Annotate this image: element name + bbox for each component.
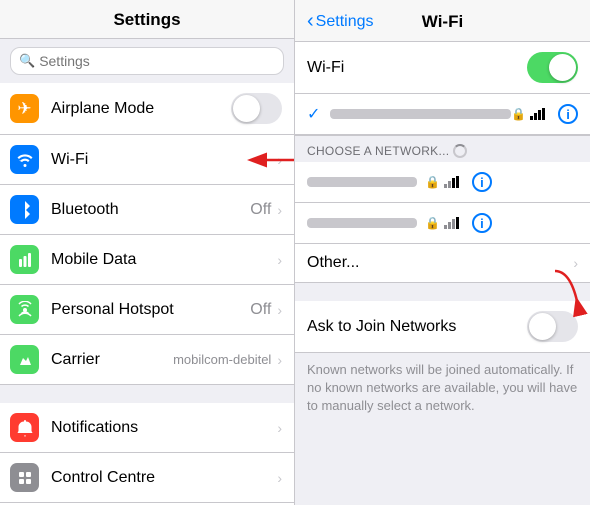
back-chevron-icon: ‹ [307, 10, 314, 33]
left-header: Settings [0, 0, 294, 39]
network-row-1[interactable]: 🔒 i [295, 162, 590, 203]
wifi-chevron: › [277, 152, 282, 168]
ask-join-description: Known networks will be joined automatica… [295, 353, 590, 428]
wifi-toggle-row: Wi-Fi [295, 42, 590, 94]
network-2-signal-icon [444, 217, 460, 229]
wifi-toggle-label: Wi-Fi [307, 59, 527, 77]
control-centre-chevron: › [277, 470, 282, 486]
hotspot-icon [10, 295, 39, 324]
hotspot-chevron: › [277, 302, 282, 318]
wifi-row[interactable]: Wi-Fi › [0, 135, 294, 185]
back-button[interactable]: ‹ Settings [307, 10, 373, 33]
search-icon: 🔍 [19, 53, 35, 69]
settings-group-2: Notifications › Control Centre › [0, 403, 294, 505]
notifications-icon [10, 413, 39, 442]
hotspot-row[interactable]: Personal Hotspot Off › [0, 285, 294, 335]
carrier-row[interactable]: Carrier mobilcom-debitel › [0, 335, 294, 385]
mobile-data-chevron: › [277, 252, 282, 268]
bluetooth-chevron: › [277, 202, 282, 218]
airplane-toggle[interactable] [231, 93, 282, 124]
right-panel: ‹ Settings Wi-Fi Wi-Fi ✓ 🔒 [295, 0, 590, 505]
airplane-icon: ✈ [10, 94, 39, 123]
section-gap-1 [0, 385, 294, 403]
section-gap-right [295, 283, 590, 301]
hotspot-label: Personal Hotspot [51, 301, 250, 319]
ask-join-row: Ask to Join Networks [295, 301, 590, 353]
other-label: Other... [307, 254, 573, 272]
right-content: Wi-Fi ✓ 🔒 i [295, 42, 590, 505]
loading-spinner [453, 144, 467, 158]
bluetooth-icon [10, 195, 39, 224]
right-title: Wi-Fi [422, 12, 463, 32]
network-1-lock-icon: 🔒 [425, 175, 440, 189]
mobile-data-label: Mobile Data [51, 251, 277, 269]
mobile-data-row[interactable]: Mobile Data › [0, 235, 294, 285]
network-list: 🔒 i 🔒 [295, 162, 590, 243]
settings-list: ✈ Airplane Mode Wi-Fi › [0, 83, 294, 505]
bluetooth-row[interactable]: Bluetooth Off › [0, 185, 294, 235]
ask-join-toggle[interactable] [527, 311, 578, 342]
mobile-data-icon [10, 245, 39, 274]
search-bar-wrap: 🔍 [0, 39, 294, 83]
notifications-row[interactable]: Notifications › [0, 403, 294, 453]
ask-join-section: Ask to Join Networks [295, 301, 590, 353]
back-label: Settings [316, 13, 374, 31]
search-input[interactable] [39, 53, 275, 69]
network-2-info-button[interactable]: i [472, 213, 492, 233]
choose-network-label: CHOOSE A NETWORK... [307, 144, 449, 158]
wifi-toggle-section: Wi-Fi ✓ 🔒 i [295, 42, 590, 136]
network-icons: 🔒 i [511, 104, 578, 124]
bluetooth-label: Bluetooth [51, 201, 250, 219]
other-network-row[interactable]: Other... › [295, 243, 590, 283]
network-row-2[interactable]: 🔒 i [295, 203, 590, 243]
left-panel: Settings 🔍 ✈ Airplane Mode Wi- [0, 0, 295, 505]
signal-strength-icon [530, 108, 546, 120]
airplane-label: Airplane Mode [51, 100, 231, 118]
other-chevron: › [573, 255, 578, 271]
ask-join-label: Ask to Join Networks [307, 318, 527, 336]
notifications-label: Notifications [51, 419, 277, 437]
wifi-label: Wi-Fi [51, 151, 271, 169]
notifications-chevron: › [277, 420, 282, 436]
connected-network-name [330, 109, 511, 119]
right-header: ‹ Settings Wi-Fi [295, 0, 590, 42]
search-bar[interactable]: 🔍 [10, 47, 284, 75]
network-2-icons: 🔒 i [425, 213, 492, 233]
control-centre-row[interactable]: Control Centre › [0, 453, 294, 503]
network-2-name [307, 218, 417, 228]
network-1-icons: 🔒 i [425, 172, 492, 192]
network-1-signal-icon [444, 176, 460, 188]
settings-group-1: ✈ Airplane Mode Wi-Fi › [0, 83, 294, 385]
network-2-lock-icon: 🔒 [425, 216, 440, 230]
wifi-toggle[interactable] [527, 52, 578, 83]
lock-icon: 🔒 [511, 107, 526, 121]
carrier-label: Carrier [51, 351, 173, 369]
checkmark-icon: ✓ [307, 104, 320, 124]
connected-network-row[interactable]: ✓ 🔒 i [295, 94, 590, 135]
wifi-icon [10, 145, 39, 174]
hotspot-value: Off [250, 301, 271, 319]
airplane-mode-row[interactable]: ✈ Airplane Mode [0, 83, 294, 135]
connected-network-info-button[interactable]: i [558, 104, 578, 124]
carrier-chevron: › [277, 352, 282, 368]
choose-network-header: CHOOSE A NETWORK... [295, 136, 590, 162]
carrier-icon [10, 345, 39, 374]
left-title: Settings [113, 10, 180, 29]
carrier-value: mobilcom-debitel [173, 352, 271, 367]
network-1-info-button[interactable]: i [472, 172, 492, 192]
network-1-name [307, 177, 417, 187]
control-centre-label: Control Centre [51, 469, 277, 487]
bluetooth-value: Off [250, 201, 271, 219]
control-centre-icon [10, 463, 39, 492]
